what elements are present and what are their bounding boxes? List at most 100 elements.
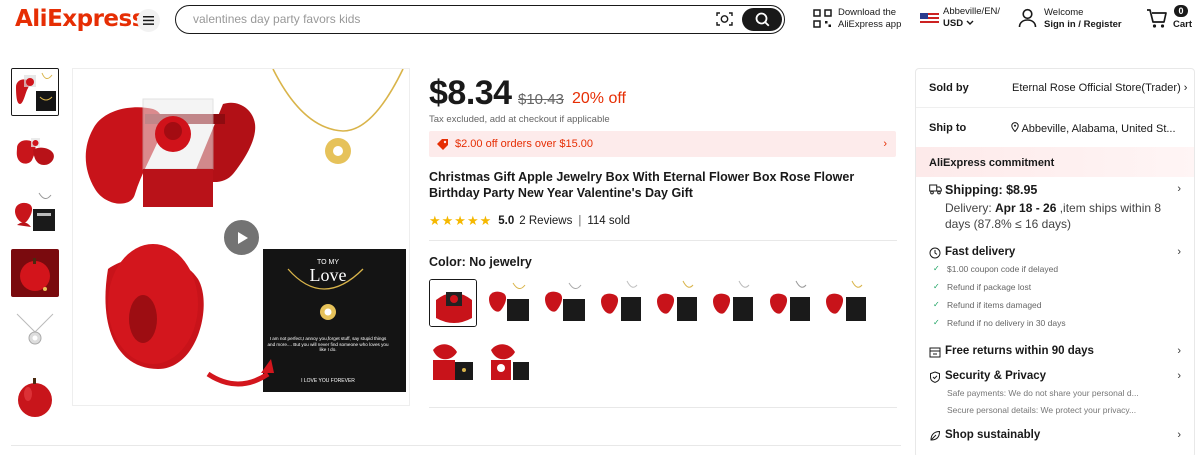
shield-icon xyxy=(930,371,940,383)
divider xyxy=(429,407,897,408)
color-label: Color: No jewelry xyxy=(429,255,532,269)
thumbnail-2[interactable] xyxy=(11,128,59,176)
hamburger-icon xyxy=(143,16,154,25)
image-search-icon[interactable] xyxy=(716,11,733,27)
color-swatch-5[interactable] xyxy=(653,279,701,327)
guarantee-item: Refund if package lost xyxy=(929,278,1184,296)
swatch-3-image xyxy=(541,279,589,327)
ship-to-row[interactable]: Ship to Abbeville, Alabama, United St... xyxy=(929,122,1176,135)
separator: | xyxy=(578,215,582,227)
leaf-icon xyxy=(930,430,941,441)
reviews-link[interactable]: 2 Reviews xyxy=(519,215,572,227)
security-section[interactable]: Security & Privacy › Safe payments: We d… xyxy=(929,370,1184,419)
chevron-down-icon xyxy=(966,20,974,25)
aliexpress-logo[interactable]: AliExpress xyxy=(15,6,145,32)
color-swatch-8[interactable] xyxy=(822,279,870,327)
color-swatch-2[interactable] xyxy=(485,279,533,327)
delivery-prefix: Delivery: xyxy=(945,201,996,215)
shipping-section[interactable]: Shipping: $8.95 › Delivery: Apr 18 - 26 … xyxy=(929,183,1184,232)
color-swatch-3[interactable] xyxy=(541,279,589,327)
search-icon xyxy=(755,12,769,27)
clock-icon xyxy=(929,247,941,259)
swatch-10-image xyxy=(485,336,533,384)
divider xyxy=(916,107,1194,108)
delivery-estimate: Delivery: Apr 18 - 26 ,item ships within… xyxy=(929,200,1184,232)
swatch-4-image xyxy=(597,279,645,327)
search-bar xyxy=(175,5,785,34)
thumbnail-2-image xyxy=(11,128,59,176)
return-box-icon xyxy=(929,347,941,358)
commitment-title: AliExpress commitment xyxy=(929,157,1055,169)
card-footer: I LOVE YOU FOREVER xyxy=(301,378,355,384)
purchase-panel: Sold by Eternal Rose Official Store(Trad… xyxy=(915,68,1195,455)
thumbnail-6-image xyxy=(11,370,59,418)
store-name-link[interactable]: Eternal Rose Official Store(Trader) › xyxy=(1012,82,1187,94)
rating-score: 5.0 xyxy=(498,215,515,227)
top-header: AliExpress Download the AliExpress app A… xyxy=(0,0,1200,40)
free-returns-title: Free returns within 90 days xyxy=(945,345,1094,357)
sustainability-section[interactable]: Shop sustainably › xyxy=(929,429,1184,441)
coupon-tag-icon xyxy=(437,139,448,150)
security-item: Safe payments: We do not share your pers… xyxy=(947,388,1139,398)
menu-button[interactable] xyxy=(137,9,160,32)
fast-delivery-title: Fast delivery xyxy=(945,246,1016,258)
thumbnail-3[interactable] xyxy=(11,189,59,237)
divider xyxy=(429,240,897,241)
location-pin-icon xyxy=(1011,122,1019,133)
sold-by-row[interactable]: Sold by Eternal Rose Official Store(Trad… xyxy=(929,82,1187,94)
thumbnail-5[interactable] xyxy=(11,310,59,358)
fast-delivery-section[interactable]: Fast delivery › $1.00 coupon code if del… xyxy=(929,246,1184,332)
welcome-text: Welcome xyxy=(1044,7,1084,18)
rating-row[interactable]: ★★★★★ 5.0 2 Reviews | 114 sold xyxy=(429,213,630,229)
sustainably-title: Shop sustainably xyxy=(945,429,1041,441)
swatch-8-image xyxy=(822,279,870,327)
discount-badge: 20% off xyxy=(572,90,626,107)
store-name: Eternal Rose Official Store(Trader) xyxy=(1012,82,1181,94)
app-line-2: AliExpress app xyxy=(838,19,902,30)
thumbnail-1-image xyxy=(12,69,58,115)
play-icon xyxy=(237,231,248,244)
coupon-text: $2.00 off orders over $15.00 xyxy=(455,138,594,150)
coupon-banner[interactable]: $2.00 off orders over $15.00 › xyxy=(429,131,896,157)
search-button[interactable] xyxy=(742,8,782,31)
chevron-right-icon: › xyxy=(1177,429,1181,441)
color-swatch-9[interactable] xyxy=(429,336,477,384)
security-title: Security & Privacy xyxy=(945,370,1047,382)
swatch-5-image xyxy=(653,279,701,327)
commitment-header: AliExpress commitment xyxy=(916,147,1194,177)
thumbnail-1[interactable] xyxy=(11,68,59,116)
chevron-right-icon: › xyxy=(1183,82,1188,94)
play-video-button[interactable] xyxy=(223,219,260,256)
chevron-right-icon: › xyxy=(1177,345,1181,357)
divider xyxy=(11,445,901,446)
chevron-right-icon: › xyxy=(1177,183,1181,195)
free-returns-section[interactable]: Free returns within 90 days › xyxy=(929,345,1184,358)
product-title: Christmas Gift Apple Jewelry Box With Et… xyxy=(429,170,855,200)
swatch-2-image xyxy=(485,279,533,327)
region-line-1: Abbeville/EN/ xyxy=(943,6,1001,17)
thumbnail-4[interactable] xyxy=(11,249,59,297)
color-swatch-4[interactable] xyxy=(597,279,645,327)
color-swatch-7[interactable] xyxy=(766,279,814,327)
main-product-image[interactable]: TO MY Love I am not perfect,I annoy you,… xyxy=(72,68,410,406)
cart-icon xyxy=(1147,9,1167,28)
cart-count-badge: 0 xyxy=(1174,5,1188,17)
delivery-dates: Apr 18 - 26 xyxy=(995,201,1057,215)
chevron-right-icon: › xyxy=(1177,246,1181,258)
ship-to-location[interactable]: Abbeville, Alabama, United St... xyxy=(1011,122,1176,135)
original-price: $10.43 xyxy=(518,91,564,108)
color-swatch-6[interactable] xyxy=(709,279,757,327)
currency-label: USD xyxy=(943,18,964,29)
card-poem: I am not perfect,I annoy you,forget stuf… xyxy=(267,336,389,353)
swatch-7-image xyxy=(766,279,814,327)
swatch-9-image xyxy=(429,336,477,384)
color-swatch-10[interactable] xyxy=(485,336,533,384)
sign-in-link[interactable]: Sign in / Register xyxy=(1044,19,1122,30)
thumbnail-6[interactable] xyxy=(11,370,59,418)
color-swatch-1[interactable] xyxy=(429,279,477,327)
current-price: $8.34 xyxy=(429,74,512,112)
thumbnail-5-image xyxy=(11,310,59,358)
swatch-1-image xyxy=(430,280,476,326)
security-item: Secure personal details: We protect your… xyxy=(947,405,1137,415)
search-input[interactable] xyxy=(193,12,693,26)
